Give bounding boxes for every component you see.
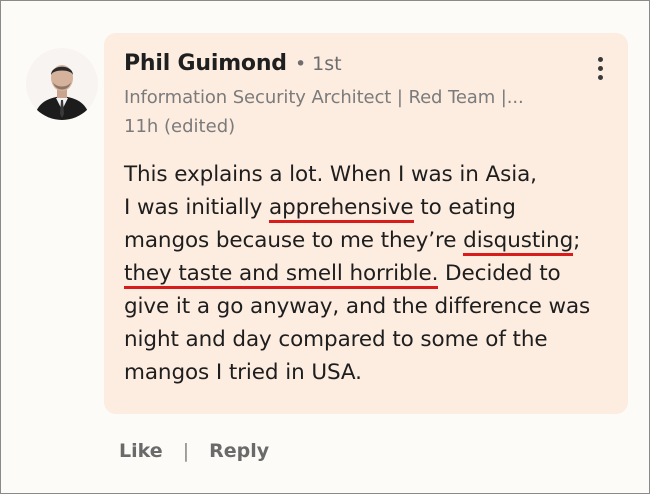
author-headline: Information Security Architect | Red Tea…: [124, 87, 524, 108]
more-options-icon[interactable]: [595, 57, 605, 85]
comment-line: night and day compared to some of the: [124, 327, 548, 352]
comment-line: mangos because to me they’re disqusting;: [124, 224, 614, 257]
author-avatar[interactable]: [26, 48, 98, 120]
avatar-photo: [26, 48, 98, 120]
author-name[interactable]: Phil Guimond: [124, 51, 287, 76]
reply-button[interactable]: Reply: [209, 440, 269, 462]
comment-line: give it a go anyway, and the difference …: [124, 294, 591, 319]
like-button[interactable]: Like: [119, 440, 163, 462]
red-underline-highlight: disqusting: [463, 228, 573, 256]
comment-line: mangos I tried in USA.: [124, 360, 362, 385]
comment-actions: Like | Reply: [119, 440, 269, 462]
comment-card: Phil Guimond • 1st Information Security …: [104, 33, 628, 414]
red-underline-highlight: they taste and smell horrible.: [124, 261, 438, 289]
comment-body: This explains a lot. When I was in Asia,…: [124, 158, 614, 389]
author-row: Phil Guimond • 1st: [124, 51, 342, 76]
action-separator: |: [182, 440, 190, 462]
comment-line: This explains a lot. When I was in Asia,: [124, 162, 537, 187]
comment-timestamp: 11h (edited): [124, 116, 236, 137]
comment-line: they taste and smell horrible. Decided t…: [124, 257, 614, 290]
red-underline-highlight: apprehensive: [269, 195, 414, 223]
comment-line: I was initially apprehensive to eating: [124, 191, 614, 224]
connection-degree: • 1st: [294, 53, 342, 75]
